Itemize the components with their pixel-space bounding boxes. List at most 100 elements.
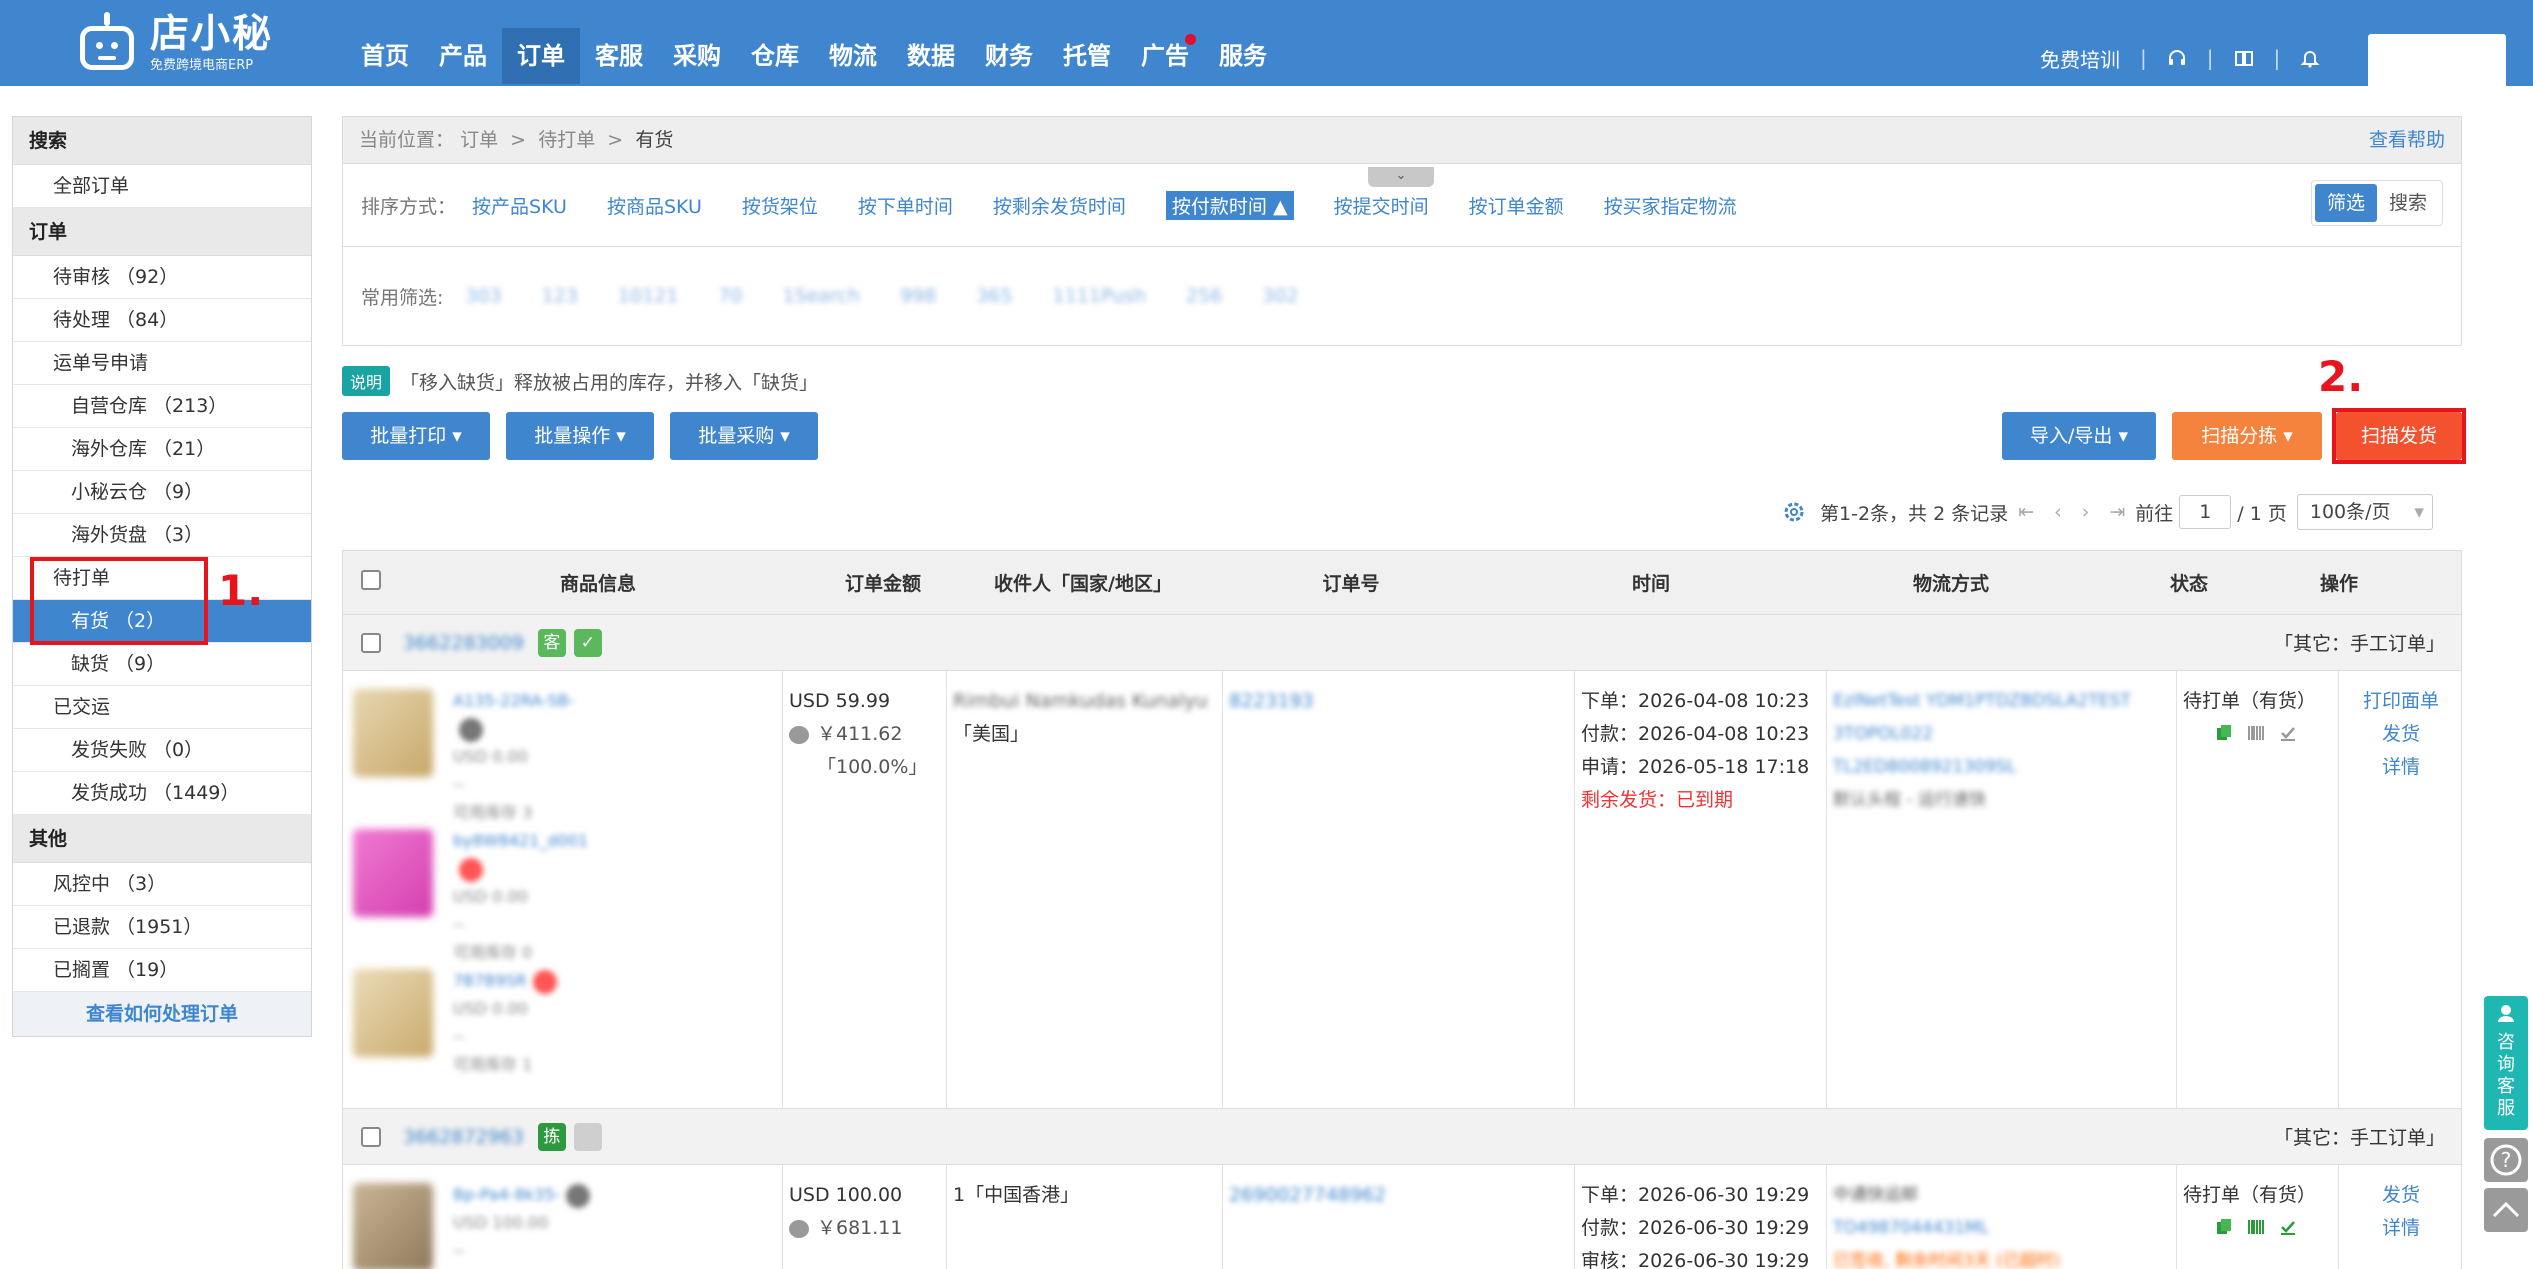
nav-finance[interactable]: 财务 — [970, 28, 1048, 84]
filter-chip[interactable]: 123 — [542, 285, 578, 307]
group-id[interactable]: 3662283009 — [403, 632, 524, 654]
scan-sort-button[interactable]: 扫描分拣 ▾ — [2172, 412, 2322, 460]
sort-by-product-sku[interactable]: 按产品SKU — [472, 192, 567, 219]
first-page-icon[interactable]: ⇤ — [2018, 501, 2034, 523]
sidebar-item-pending-process[interactable]: 待处理 （84） — [13, 299, 311, 342]
filter-chip[interactable]: 303 — [465, 285, 501, 307]
sidebar-item-risk-control[interactable]: 风控中 （3） — [13, 863, 311, 906]
how-to-process-orders-link[interactable]: 查看如何处理订单 — [13, 992, 311, 1036]
product-thumbnail[interactable] — [353, 969, 433, 1057]
sort-by-order-time[interactable]: 按下单时间 — [858, 192, 953, 219]
barcode-icon[interactable] — [2247, 1218, 2265, 1236]
sidebar-item-xiaomi-cloud[interactable]: 小秘云仓 （9） — [13, 471, 311, 514]
product-sku[interactable]: Bp-Pa4-8k35- — [453, 1185, 560, 1204]
print-label-link[interactable]: 打印面单 — [2345, 685, 2457, 718]
filter-tab[interactable]: 筛选 — [2314, 184, 2377, 222]
sort-by-remaining-time[interactable]: 按剩余发货时间 — [993, 192, 1126, 219]
select-all-checkbox[interactable] — [361, 570, 381, 590]
barcode-icon[interactable] — [2247, 724, 2265, 742]
nav-data[interactable]: 数据 — [892, 28, 970, 84]
filter-chip[interactable]: 1111Push — [1052, 285, 1145, 307]
nav-logistics[interactable]: 物流 — [814, 28, 892, 84]
logistics-method[interactable]: 中通快运邮 — [1833, 1179, 2170, 1212]
sidebar-item-overseas-warehouse[interactable]: 海外仓库 （21） — [13, 428, 311, 471]
per-page-select[interactable]: 100条/页 ▾ — [2296, 494, 2433, 530]
sidebar-item-out-of-stock[interactable]: 缺货 （9） — [13, 643, 311, 686]
order-number[interactable]: 2690027748962 — [1229, 1179, 1568, 1212]
filter-chip[interactable]: 302 — [1262, 285, 1298, 307]
copy-icon[interactable] — [2215, 1218, 2233, 1236]
brand-logo[interactable]: 店小秘 免费跨境电商ERP — [76, 6, 273, 80]
prev-page-icon[interactable]: ‹ — [2054, 501, 2062, 523]
check-icon[interactable] — [2279, 1218, 2297, 1236]
sort-by-shelf[interactable]: 按货架位 — [742, 192, 818, 219]
consult-customer-service-button[interactable]: 咨询客服 — [2484, 996, 2528, 1130]
search-tab[interactable]: 搜索 — [2377, 184, 2439, 222]
page-number-input[interactable]: 1 — [2179, 495, 2232, 529]
nav-hosting[interactable]: 托管 — [1048, 28, 1126, 84]
next-page-icon[interactable]: › — [2082, 501, 2090, 523]
details-link[interactable]: 详情 — [2345, 751, 2457, 784]
sort-by-order-amount[interactable]: 按订单金额 — [1469, 192, 1564, 219]
back-to-top-button[interactable] — [2484, 1188, 2528, 1232]
sidebar-item-all-orders[interactable]: 全部订单 — [13, 165, 311, 208]
free-training-link[interactable]: 免费培训 — [2040, 44, 2120, 73]
tracking-number[interactable]: TL2ED8008921309SL — [1833, 751, 2170, 784]
product-sku[interactable]: 7B7B9SR — [453, 971, 527, 990]
breadcrumb-orders[interactable]: 订单 — [460, 129, 498, 151]
nav-orders[interactable]: 订单 — [502, 28, 580, 84]
sidebar-item-delivered[interactable]: 已交运 — [13, 686, 311, 729]
product-sku[interactable]: A135-22RA-SB- — [453, 691, 574, 710]
nav-products[interactable]: 产品 — [424, 28, 502, 84]
nav-home[interactable]: 首页 — [346, 28, 424, 84]
ship-link[interactable]: 发货 — [2345, 1179, 2457, 1212]
filter-chip[interactable]: 256 — [1186, 285, 1222, 307]
row-checkbox[interactable] — [361, 1126, 381, 1147]
sidebar-item-waybill-apply[interactable]: 运单号申请 — [13, 342, 311, 385]
sidebar-item-refunded[interactable]: 已退款 （1951） — [13, 906, 311, 949]
filter-chip[interactable]: 70 — [718, 285, 742, 307]
sort-by-buyer-logistics[interactable]: 按买家指定物流 — [1604, 192, 1737, 219]
sort-by-payment-time[interactable]: 按付款时间 ▲ — [1165, 190, 1294, 220]
sort-by-item-sku[interactable]: 按商品SKU — [607, 192, 702, 219]
nav-warehouse[interactable]: 仓库 — [736, 28, 814, 84]
batch-print-button[interactable]: 批量打印 ▾ — [342, 412, 490, 460]
sidebar-item-ship-failed[interactable]: 发货失败 （0） — [13, 729, 311, 772]
sidebar-item-overseas-stock[interactable]: 海外货盘 （3） — [13, 514, 311, 557]
sidebar-item-pending-review[interactable]: 待审核 （92） — [13, 256, 311, 299]
nav-purchase[interactable]: 采购 — [658, 28, 736, 84]
nav-customer-service[interactable]: 客服 — [580, 28, 658, 84]
logistics-method[interactable]: EzlNetTest YDM1PTDZBDSLA2TEST — [1833, 685, 2170, 718]
group-id[interactable]: 3662872963 — [403, 1126, 524, 1148]
product-thumbnail[interactable] — [353, 829, 433, 917]
account-box[interactable] — [2368, 34, 2506, 86]
filter-chip[interactable]: 998 — [900, 285, 936, 307]
filter-chip[interactable]: 10121 — [618, 285, 678, 307]
headset-icon[interactable] — [2167, 48, 2187, 68]
copy-icon[interactable] — [2215, 724, 2233, 742]
sidebar-item-own-warehouse[interactable]: 自营仓库 （213） — [13, 385, 311, 428]
sort-by-submit-time[interactable]: 按提交时间 — [1334, 192, 1429, 219]
book-icon[interactable] — [2234, 48, 2254, 68]
help-button[interactable]: ? — [2484, 1138, 2528, 1182]
check-icon[interactable] — [2279, 724, 2297, 742]
ship-link[interactable]: 发货 — [2345, 718, 2457, 751]
import-export-button[interactable]: 导入/导出 ▾ — [2002, 412, 2156, 460]
product-sku[interactable]: by8W8421_d001 — [453, 831, 588, 850]
breadcrumb-to-print[interactable]: 待打单 — [538, 129, 595, 151]
batch-operation-button[interactable]: 批量操作 ▾ — [506, 412, 654, 460]
sidebar-item-shelved[interactable]: 已搁置 （19） — [13, 949, 311, 992]
filter-chip[interactable]: 1Search — [783, 285, 860, 307]
nav-ads[interactable]: 广告 — [1126, 28, 1204, 84]
nav-services[interactable]: 服务 — [1204, 28, 1282, 84]
details-link[interactable]: 详情 — [2345, 1212, 2457, 1245]
settings-gear-icon[interactable] — [1782, 500, 1806, 524]
batch-purchase-button[interactable]: 批量采购 ▾ — [670, 412, 818, 460]
order-number[interactable]: 8223193 — [1229, 685, 1568, 718]
last-page-icon[interactable]: ⇥ — [2109, 501, 2125, 523]
filter-chip[interactable]: 365 — [976, 285, 1012, 307]
product-thumbnail[interactable] — [353, 1183, 433, 1269]
row-checkbox[interactable] — [361, 632, 381, 653]
product-thumbnail[interactable] — [353, 689, 433, 777]
tracking-number[interactable]: TO4987044431ML — [1833, 1212, 2170, 1245]
